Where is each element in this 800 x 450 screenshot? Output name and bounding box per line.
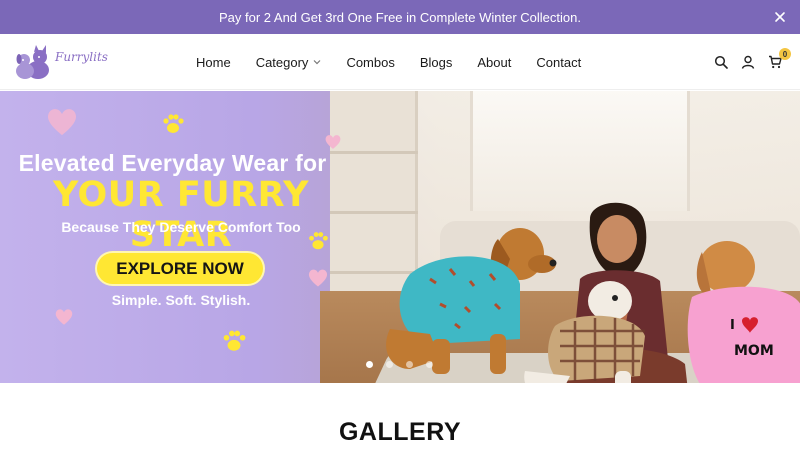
nav-about-label: About (477, 54, 512, 70)
slider-dot-4[interactable] (426, 361, 433, 368)
main-nav: Home Category Combos Blogs About Contact (196, 34, 606, 90)
nav-category-label: Category (255, 54, 309, 70)
nav-contact-label: Contact (536, 54, 582, 70)
chevron-down-icon (314, 60, 321, 65)
slider-dots (366, 361, 446, 368)
slider-dot-3[interactable] (406, 361, 413, 368)
hero-subheading: Because They Deserve Comfort Too (61, 219, 301, 235)
hero-tagline: Simple. Soft. Stylish. (111, 292, 251, 308)
logo-wordmark: Furrylits (55, 50, 108, 64)
dog-plaid-shirt-photo (524, 281, 645, 383)
heart-decoration-icon (55, 309, 73, 325)
nav-blogs[interactable]: Blogs (420, 55, 453, 70)
hero-highlight: YOUR FURRY STAR (52, 175, 310, 255)
announcement-bar: Pay for 2 And Get 3rd One Free in Comple… (0, 0, 800, 34)
heart-decoration-icon (48, 109, 76, 136)
cart-button[interactable]: 0 (768, 48, 791, 69)
nav-combos-label: Combos (346, 54, 395, 70)
hero-banner[interactable]: I MOM Elevated Everyday Wear for YOUR FU… (0, 91, 800, 383)
nav-category[interactable]: Category (256, 55, 322, 70)
dog-pink-shirt-photo: I MOM (687, 241, 800, 383)
search-icon[interactable] (714, 55, 728, 69)
nav-home-label: Home (196, 54, 231, 70)
nav-about[interactable]: About (477, 55, 511, 70)
nav-combos[interactable]: Combos (346, 55, 394, 70)
nav-contact[interactable]: Contact (536, 55, 581, 70)
gallery-title: GALLERY (338, 418, 462, 446)
announcement-text: Pay for 2 And Get 3rd One Free in Comple… (218, 9, 581, 25)
paw-decoration-icon (163, 114, 184, 133)
slider-dot-1[interactable] (366, 361, 373, 368)
heart-decoration-icon (325, 135, 341, 149)
hero-heading: Elevated Everyday Wear for (18, 150, 327, 176)
close-icon[interactable] (772, 9, 788, 25)
logo[interactable]: Furrylits (14, 43, 114, 81)
cart-count-badge: 0 (779, 48, 791, 60)
account-icon[interactable] (741, 55, 755, 69)
heart-decoration-icon (308, 269, 328, 287)
nav-home[interactable]: Home (196, 55, 231, 70)
shirt-print-i: I (730, 318, 735, 333)
cat-dog-logo-icon (16, 45, 49, 79)
shirt-print-mom: MOM (734, 343, 774, 359)
explore-now-button[interactable]: EXPLORE NOW (97, 253, 263, 284)
hero-photo-window (470, 91, 690, 211)
header-actions: 0 (701, 34, 791, 90)
site-header: Furrylits Home Category Combos Blogs Abo… (0, 34, 800, 90)
slider-dot-2[interactable] (386, 361, 393, 368)
paw-decoration-icon (223, 330, 246, 351)
nav-blogs-label: Blogs (419, 54, 453, 70)
